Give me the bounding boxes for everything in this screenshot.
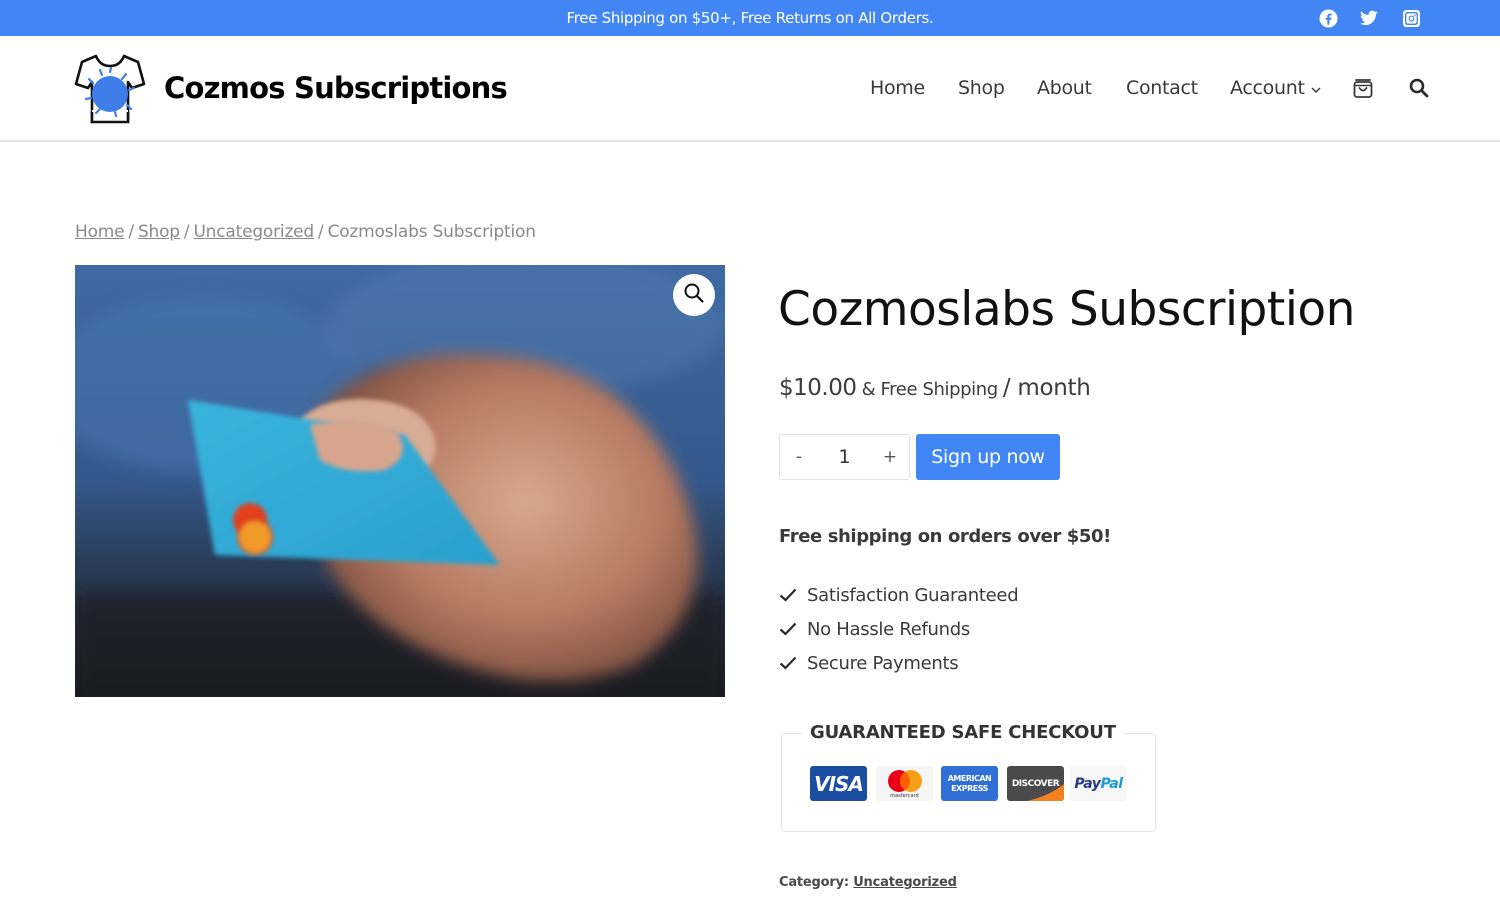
price-shipping-note: & Free Shipping (861, 379, 999, 400)
image-zoom-button[interactable] (673, 274, 715, 316)
shopping-bag-icon (1352, 77, 1374, 104)
breadcrumb-current: Cozmoslabs Subscription (327, 222, 536, 242)
product-photo (75, 265, 725, 697)
nav-home[interactable]: Home (870, 76, 925, 100)
breadcrumb-separator: / (128, 222, 134, 242)
free-shipping-notice: Free shipping on orders over $50! (779, 526, 1111, 547)
paypal-icon: Pay Pal (1070, 766, 1127, 801)
category-link[interactable]: Uncategorized (853, 875, 957, 890)
amex-label-top: AMERICAN (947, 773, 992, 783)
instagram-link[interactable] (1401, 8, 1421, 28)
safe-checkout-title: GUARANTEED SAFE CHECKOUT (802, 720, 1124, 746)
feature-label: Satisfaction Guaranteed (807, 584, 1019, 606)
feature-item: No Hassle Refunds (779, 612, 1018, 646)
nav-shop[interactable]: Shop (958, 76, 1005, 100)
tshirt-splash-logo-icon (74, 54, 146, 130)
checkmark-icon (779, 588, 807, 602)
search-icon (1409, 78, 1429, 103)
price-period: / month (1002, 375, 1091, 401)
instagram-icon (1402, 9, 1421, 28)
twitter-icon (1360, 10, 1378, 26)
product-category: Category: Uncategorized (779, 873, 957, 893)
cart-button[interactable] (1351, 78, 1375, 102)
nav-account[interactable]: Account (1230, 76, 1321, 101)
discover-label: DISCOVER (1011, 778, 1060, 789)
sign-up-button[interactable]: Sign up now (916, 434, 1060, 480)
quantity-input[interactable] (818, 435, 871, 479)
nav-account-label: Account (1230, 77, 1305, 99)
feature-list: Satisfaction Guaranteed No Hassle Refund… (779, 578, 1019, 680)
breadcrumb-separator: / (183, 222, 190, 242)
mastercard-circles (887, 769, 922, 792)
visa-label: VISA (814, 771, 864, 796)
price-amount: $10.00 (779, 375, 857, 401)
site-title[interactable]: Cozmos Subscriptions (164, 68, 508, 108)
paypal-label-pay: Pay (1074, 775, 1101, 792)
announcement-bar: Free Shipping on $50+, Free Returns on A… (0, 0, 1500, 36)
twitter-link[interactable] (1359, 8, 1379, 28)
magnifier-icon (683, 282, 705, 309)
facebook-icon (1318, 8, 1338, 28)
product-price: $10.00 & Free Shipping / month (779, 372, 1091, 406)
announcement-text: Free Shipping on $50+, Free Returns on A… (566, 9, 934, 27)
category-label: Category: (779, 875, 849, 890)
product-title: Cozmoslabs Subscription (778, 282, 1355, 337)
discover-icon: DISCOVER (1007, 766, 1064, 801)
breadcrumb: Home / Shop / Uncategorized / Cozmoslabs Subsc… (75, 221, 536, 243)
checkmark-icon (779, 622, 807, 636)
search-button[interactable] (1407, 78, 1431, 102)
facebook-link[interactable] (1318, 8, 1338, 28)
breadcrumb-shop[interactable]: Shop (138, 222, 180, 242)
quantity-decrement-button[interactable]: - (780, 435, 818, 479)
american-express-icon: AMERICAN EXPRESS (941, 766, 998, 801)
feature-item: Satisfaction Guaranteed (779, 578, 1019, 612)
amex-label-bottom: EXPRESS (951, 783, 988, 793)
chevron-down-icon (1311, 75, 1321, 99)
mastercard-icon: mastercard (876, 766, 933, 801)
nav-about[interactable]: About (1037, 76, 1092, 100)
site-header: Cozmos Subscriptions Home Shop About Con… (0, 36, 1500, 142)
feature-item: Secure Payments (779, 646, 1018, 680)
breadcrumb-uncategorized[interactable]: Uncategorized (193, 222, 314, 242)
product-image[interactable] (75, 265, 725, 697)
feature-label: No Hassle Refunds (807, 618, 970, 640)
checkmark-icon (779, 656, 807, 670)
nav-contact[interactable]: Contact (1126, 76, 1198, 100)
mastercard-label: mastercard (890, 792, 919, 799)
breadcrumb-separator: / (318, 222, 324, 242)
visa-icon: VISA (810, 766, 867, 801)
breadcrumb-home[interactable]: Home (75, 222, 125, 242)
paypal-label-pal: Pal (1100, 775, 1123, 792)
quantity-increment-button[interactable]: + (871, 435, 909, 479)
feature-label: Secure Payments (807, 652, 959, 674)
site-logo[interactable] (74, 52, 146, 126)
quantity-stepper: - + (779, 434, 910, 480)
